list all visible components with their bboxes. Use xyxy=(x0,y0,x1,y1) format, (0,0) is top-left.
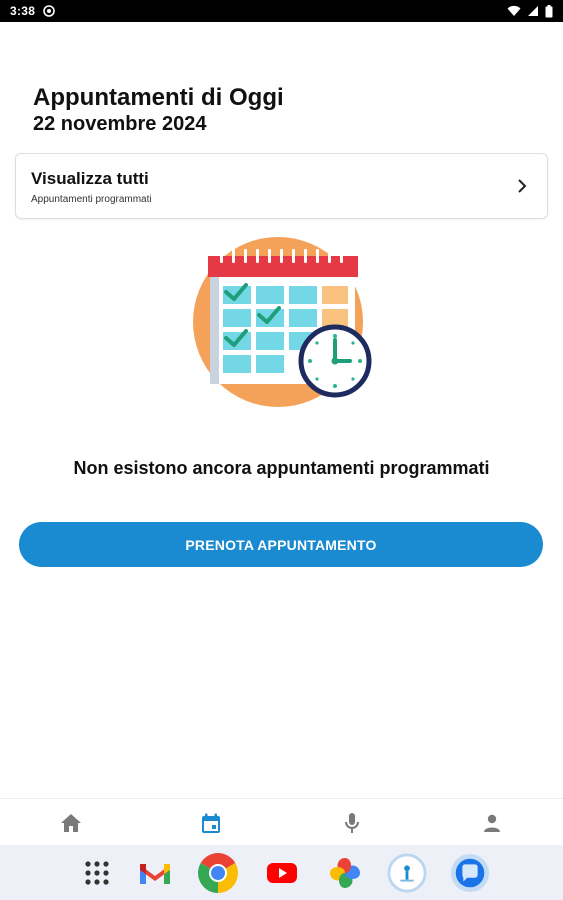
nav-microphone[interactable] xyxy=(340,811,364,835)
signal-icon xyxy=(528,6,538,16)
sync-icon xyxy=(43,5,56,17)
view-all-subtitle: Appuntamenti programmati xyxy=(31,194,152,205)
chevron-right-icon xyxy=(518,179,527,193)
nav-profile[interactable] xyxy=(480,811,504,835)
view-all-card[interactable]: Visualizza tutti Appuntamenti programmat… xyxy=(15,153,548,219)
dock-gmail[interactable] xyxy=(135,853,175,893)
calendar-clock-illustration xyxy=(193,237,372,407)
nav-calendar[interactable] xyxy=(199,811,223,835)
gmail-icon xyxy=(140,864,170,884)
status-bar: 3:38 xyxy=(0,0,563,22)
dock-app-drawer[interactable] xyxy=(77,853,117,893)
status-time: 3:38 xyxy=(10,4,36,18)
dock-chrome[interactable] xyxy=(198,853,238,893)
dock-app[interactable] xyxy=(387,853,427,893)
microphone-icon xyxy=(345,813,359,833)
dock-messages[interactable] xyxy=(450,853,490,893)
wifi-icon xyxy=(507,5,521,16)
book-appointment-button[interactable]: PRENOTA APPUNTAMENTO xyxy=(19,522,543,567)
page-date: 22 novembre 2024 xyxy=(33,113,207,135)
app-drawer-icon xyxy=(85,861,109,885)
dock-photos[interactable] xyxy=(325,853,365,893)
nav-home[interactable] xyxy=(59,811,83,835)
page-title: Appuntamenti di Oggi xyxy=(33,84,284,111)
calendar-icon xyxy=(202,813,220,833)
youtube-icon xyxy=(267,863,297,883)
photos-icon xyxy=(330,858,360,888)
battery-icon xyxy=(545,4,553,17)
home-icon xyxy=(61,814,81,832)
empty-state-message: Non esistono ancora appuntamenti program… xyxy=(73,458,490,478)
app-screen: 3:38 Appuntamenti di Oggi 22 novembre 20… xyxy=(0,0,563,900)
app-icon xyxy=(387,853,427,893)
messages-icon xyxy=(450,853,490,893)
app-dock xyxy=(0,845,563,900)
view-all-title: Visualizza tutti xyxy=(31,169,149,188)
bottom-nav xyxy=(0,798,563,845)
chrome-icon xyxy=(198,853,238,893)
dock-youtube[interactable] xyxy=(262,853,302,893)
person-icon xyxy=(484,814,500,832)
